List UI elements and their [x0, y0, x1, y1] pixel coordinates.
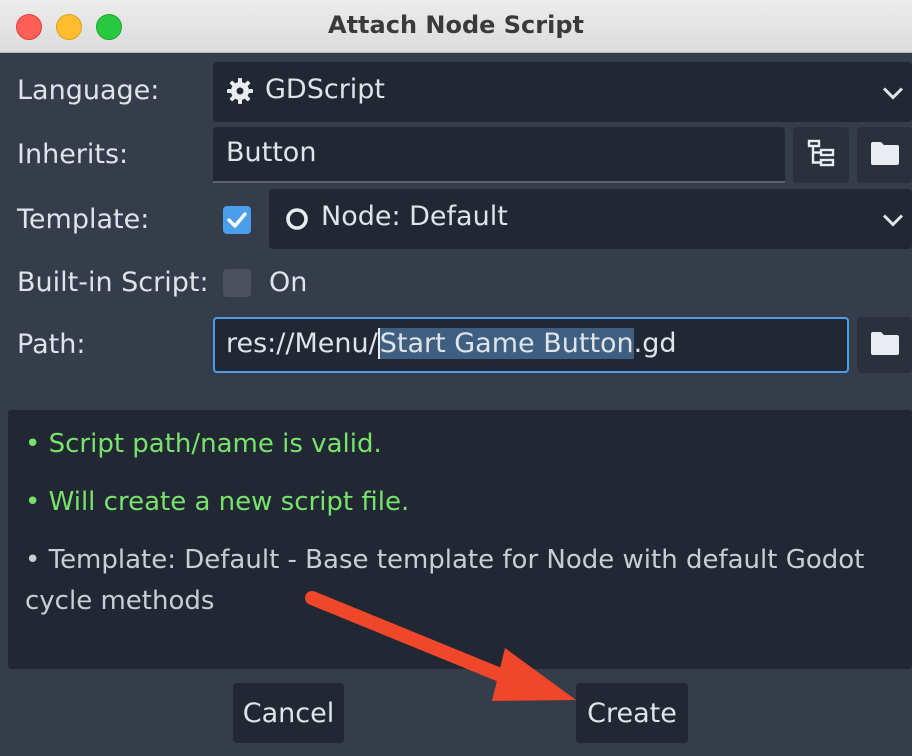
cancel-button[interactable]: Cancel	[233, 683, 344, 743]
builtin-on-label: On	[269, 267, 308, 298]
attach-script-dialog: Language: GDScript Inherits: Button Temp…	[0, 53, 912, 756]
builtin-script-label: Built-in Script:	[17, 267, 209, 298]
chevron-down-icon	[882, 204, 904, 235]
language-label: Language:	[17, 75, 160, 106]
folder-icon	[870, 330, 900, 360]
path-text: res://Menu/Start Game Button.gd	[226, 328, 677, 359]
message-template-info: • Template: Default - Base template for …	[25, 545, 865, 616]
create-button[interactable]: Create	[576, 683, 688, 743]
path-suffix: .gd	[633, 328, 677, 359]
inherits-label: Inherits:	[17, 139, 129, 170]
window-title: Attach Node Script	[328, 11, 584, 39]
chevron-down-icon	[882, 77, 904, 108]
path-selection: Start Game Button	[377, 328, 634, 359]
path-label: Path:	[17, 329, 86, 360]
checkmark-icon	[223, 212, 251, 238]
language-value: GDScript	[265, 74, 386, 105]
browse-path-button[interactable]	[857, 317, 912, 373]
path-input[interactable]: res://Menu/Start Game Button.gd	[213, 317, 849, 373]
circle-icon	[285, 207, 309, 231]
language-dropdown[interactable]: GDScript	[213, 62, 912, 122]
message-path-valid: • Script path/name is valid.	[25, 429, 382, 459]
message-new-file: • Will create a new script file.	[25, 487, 410, 517]
inherits-value: Button	[226, 137, 317, 168]
builtin-script-checkbox[interactable]	[223, 269, 251, 297]
template-dropdown[interactable]: Node: Default	[269, 189, 912, 249]
browse-inherits-file-button[interactable]	[857, 127, 912, 183]
browse-node-tree-button[interactable]	[793, 127, 849, 183]
template-value: Node: Default	[321, 201, 508, 232]
validation-messages-panel: • Script path/name is valid. • Will crea…	[8, 410, 912, 669]
template-checkbox[interactable]	[223, 206, 251, 234]
template-label: Template:	[17, 204, 150, 235]
node-tree-icon	[806, 138, 836, 172]
gear-icon	[226, 77, 254, 105]
title-bar: Attach Node Script	[0, 0, 912, 53]
inherits-input[interactable]: Button	[213, 127, 785, 183]
path-prefix: res://Menu/	[226, 328, 378, 359]
folder-icon	[870, 140, 900, 170]
